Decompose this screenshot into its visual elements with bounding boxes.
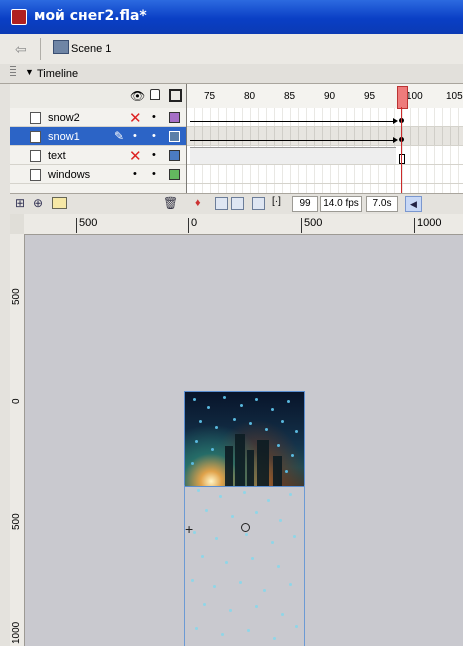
static-frame-span — [190, 147, 396, 164]
ruler-label: 1000 — [11, 621, 22, 644]
ruler-corner — [10, 214, 24, 234]
trash-icon[interactable]: 🗑 — [163, 196, 178, 210]
layer-color-swatch[interactable] — [169, 169, 180, 180]
scene-bar — [0, 34, 463, 65]
frame-number: 90 — [324, 91, 336, 102]
layer-icon — [30, 112, 41, 124]
eye-icon[interactable]: 👁 — [130, 89, 145, 103]
night-city-photo[interactable] — [184, 391, 305, 487]
pencil-icon: ✎ — [114, 129, 125, 143]
frame-number: 80 — [244, 91, 256, 102]
add-folder-icon[interactable] — [52, 197, 67, 209]
motion-tween-arrow — [190, 118, 398, 124]
layer-name[interactable]: windows — [48, 169, 90, 181]
frame-number: 105 — [446, 91, 463, 102]
onion-skin-icon[interactable] — [215, 197, 228, 210]
ruler-label: 1000 — [417, 217, 442, 229]
ruler-label: 500 — [11, 513, 22, 530]
frame-number: 100 — [406, 91, 423, 102]
layer-color-swatch[interactable] — [169, 131, 180, 142]
window-title: мой снег2.fla* — [34, 8, 147, 24]
snow-movieclip-bounds[interactable] — [184, 485, 305, 646]
layer-color-swatch[interactable] — [169, 112, 180, 123]
lock-dot[interactable]: • — [152, 149, 156, 161]
playhead[interactable] — [397, 86, 408, 109]
playhead-line — [401, 107, 402, 193]
layer-name[interactable]: snow1 — [48, 131, 80, 143]
ruler-major-tick — [414, 218, 415, 233]
scene-label[interactable]: Scene 1 — [71, 43, 111, 55]
frame-row-snow1[interactable] — [187, 127, 463, 146]
panel-grip-icon[interactable] — [10, 66, 16, 78]
elapsed-time-field: 7.0s — [366, 196, 398, 212]
add-guide-layer-icon[interactable]: ⊕ — [33, 196, 43, 210]
visible-dot[interactable]: • — [133, 168, 137, 180]
lock-dot[interactable]: • — [152, 130, 156, 142]
layer-icon — [30, 131, 41, 143]
scroll-left-icon[interactable]: ◀ — [405, 196, 422, 212]
ruler-label: 500 — [79, 217, 98, 229]
hidden-x-icon[interactable]: ✕ — [129, 147, 142, 165]
frame-number: 85 — [284, 91, 296, 102]
hidden-x-icon[interactable]: ✕ — [129, 109, 142, 127]
add-layer-icon[interactable]: ⊞ — [15, 196, 25, 210]
ruler-label: 500 — [304, 217, 323, 229]
layer-color-swatch[interactable] — [169, 150, 180, 161]
collapse-triangle-icon[interactable]: ▼ — [25, 67, 34, 77]
modify-markers-icon[interactable]: [·] — [272, 196, 281, 207]
visible-dot[interactable]: • — [133, 130, 137, 142]
ruler-label: 500 — [11, 288, 22, 305]
clapperboard-icon — [53, 40, 69, 54]
end-frame-marker — [399, 154, 405, 164]
ruler-label: 0 — [191, 217, 198, 229]
motion-tween-arrow — [190, 137, 398, 143]
ruler-label: 0 — [11, 398, 22, 404]
layer-icon — [30, 150, 41, 162]
ruler-major-tick — [188, 218, 189, 233]
onion-skin-outlines-icon[interactable] — [231, 197, 244, 210]
frame-row-snow2[interactable] — [187, 108, 463, 127]
frame-number: 95 — [364, 91, 376, 102]
ruler-major-tick — [301, 218, 302, 233]
left-panel-margin — [0, 84, 10, 646]
frame-rate-field[interactable]: 14.0 fps — [320, 196, 362, 212]
layer-name[interactable]: text — [48, 150, 66, 162]
current-frame-field: 99 — [292, 196, 318, 212]
timeline-label[interactable]: Timeline — [37, 68, 78, 80]
back-arrow-icon[interactable]: ⇦ — [15, 41, 27, 58]
layer-name[interactable]: snow2 — [48, 112, 80, 124]
lock-dot[interactable]: • — [152, 168, 156, 180]
edit-multiple-frames-icon[interactable] — [252, 197, 265, 210]
layer-icon — [30, 169, 41, 181]
crosshair-icon: + — [185, 521, 194, 537]
registration-point-icon[interactable] — [241, 523, 250, 532]
flash-app-icon — [11, 9, 27, 25]
frame-row-windows[interactable] — [187, 165, 463, 184]
lock-dot[interactable]: • — [152, 111, 156, 123]
lock-icon[interactable] — [150, 89, 160, 100]
ruler-major-tick — [76, 218, 77, 233]
separator — [40, 38, 41, 60]
center-frame-icon[interactable]: ♦ — [195, 197, 201, 209]
outline-icon[interactable] — [169, 89, 182, 102]
horizontal-ruler — [10, 214, 463, 235]
frame-number: 75 — [204, 91, 216, 102]
